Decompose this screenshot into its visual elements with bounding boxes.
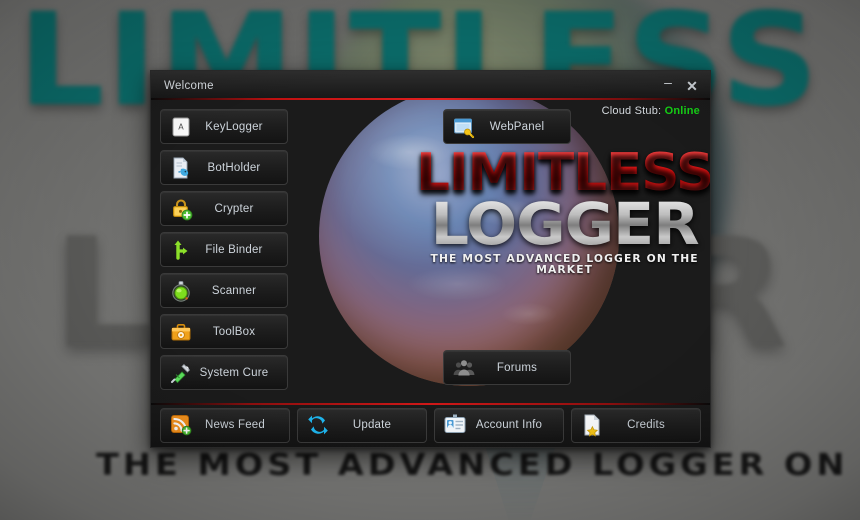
nav-label: ToolBox bbox=[212, 325, 256, 338]
cloud-stub-value: Online bbox=[664, 105, 700, 117]
footer-button-update[interactable]: Update bbox=[297, 407, 427, 443]
nav-label: Scanner bbox=[211, 284, 257, 297]
main-nav-column: A KeyLogger BotHolder Crypter File Binde… bbox=[151, 100, 419, 403]
people-group-icon bbox=[452, 356, 476, 380]
close-icon[interactable]: ✕ bbox=[681, 76, 703, 96]
document-star-icon bbox=[580, 413, 604, 437]
nav-button-webpanel[interactable]: WebPanel bbox=[443, 109, 571, 144]
brand-logo: LIMITLESS LOGGER THE MOST ADVANCED LOGGE… bbox=[416, 147, 710, 276]
nav-label: File Binder bbox=[205, 243, 263, 256]
minimize-icon[interactable]: – bbox=[657, 75, 679, 96]
logo-line-logger: LOGGER bbox=[413, 195, 710, 253]
window-key-icon bbox=[452, 115, 476, 139]
nav-button-keylogger[interactable]: A KeyLogger bbox=[160, 109, 288, 144]
keyboard-key-icon: A bbox=[169, 115, 193, 139]
wallpaper-tagline: THE MOST ADVANCED LOGGER ON THE MARKET bbox=[96, 448, 860, 483]
nav-label: BotHolder bbox=[207, 161, 261, 174]
footer-toolbar: News Feed Update Account Info Credits bbox=[151, 403, 710, 447]
desktop-wallpaper: LIMITLESS LOGGER THE MOST ADVANCED LOGGE… bbox=[0, 0, 860, 520]
padlock-plus-icon bbox=[169, 197, 193, 221]
svg-text:A: A bbox=[178, 122, 184, 131]
application-window: Welcome – ✕ A KeyLogger BotHolder Crypte… bbox=[150, 70, 711, 448]
nav-button-forums-wrapper: Forums bbox=[443, 350, 571, 385]
nav-label: Forums bbox=[496, 361, 538, 374]
refresh-arrows-icon bbox=[306, 413, 330, 437]
rss-plus-icon bbox=[169, 413, 193, 437]
nav-row-bottom: System Cure bbox=[160, 355, 419, 390]
status-badge: Cloud Stub: Online bbox=[602, 105, 700, 117]
window-title-text: Welcome bbox=[164, 79, 214, 92]
nav-button-system-cure[interactable]: System Cure bbox=[160, 355, 288, 390]
nav-button-crypter[interactable]: Crypter bbox=[160, 191, 288, 226]
nav-button-scanner[interactable]: Scanner bbox=[160, 273, 288, 308]
syringe-icon bbox=[169, 361, 193, 385]
nav-label: KeyLogger bbox=[205, 120, 263, 133]
nav-row-top: A KeyLogger bbox=[160, 109, 419, 144]
footer-label: Update bbox=[352, 419, 392, 431]
nav-label: Crypter bbox=[214, 202, 254, 215]
nav-button-forums[interactable]: Forums bbox=[443, 350, 571, 385]
logo-tagline: THE MOST ADVANCED LOGGER ON THE MARKET bbox=[430, 253, 699, 276]
footer-button-credits[interactable]: Credits bbox=[571, 407, 701, 443]
toolbox-icon bbox=[169, 320, 193, 344]
document-bird-icon bbox=[169, 156, 193, 180]
nav-button-webpanel-wrapper: WebPanel bbox=[443, 109, 571, 144]
footer-label: Account Info bbox=[475, 419, 543, 431]
footer-label: Credits bbox=[627, 419, 665, 431]
window-title-bar[interactable]: Welcome – ✕ bbox=[151, 71, 710, 100]
window-body: A KeyLogger BotHolder Crypter File Binde… bbox=[151, 100, 710, 403]
green-orb-icon bbox=[169, 279, 193, 303]
footer-label: News Feed bbox=[205, 419, 265, 431]
footer-button-news-feed[interactable]: News Feed bbox=[160, 407, 290, 443]
nav-label: System Cure bbox=[199, 366, 269, 379]
nav-button-toolbox[interactable]: ToolBox bbox=[160, 314, 288, 349]
branch-arrow-icon bbox=[169, 238, 193, 262]
footer-button-account-info[interactable]: Account Info bbox=[434, 407, 564, 443]
id-card-icon bbox=[443, 413, 467, 437]
nav-label: WebPanel bbox=[489, 120, 545, 133]
nav-button-botholder[interactable]: BotHolder bbox=[160, 150, 288, 185]
cloud-stub-label: Cloud Stub: bbox=[601, 105, 662, 117]
nav-button-file-binder[interactable]: File Binder bbox=[160, 232, 288, 267]
